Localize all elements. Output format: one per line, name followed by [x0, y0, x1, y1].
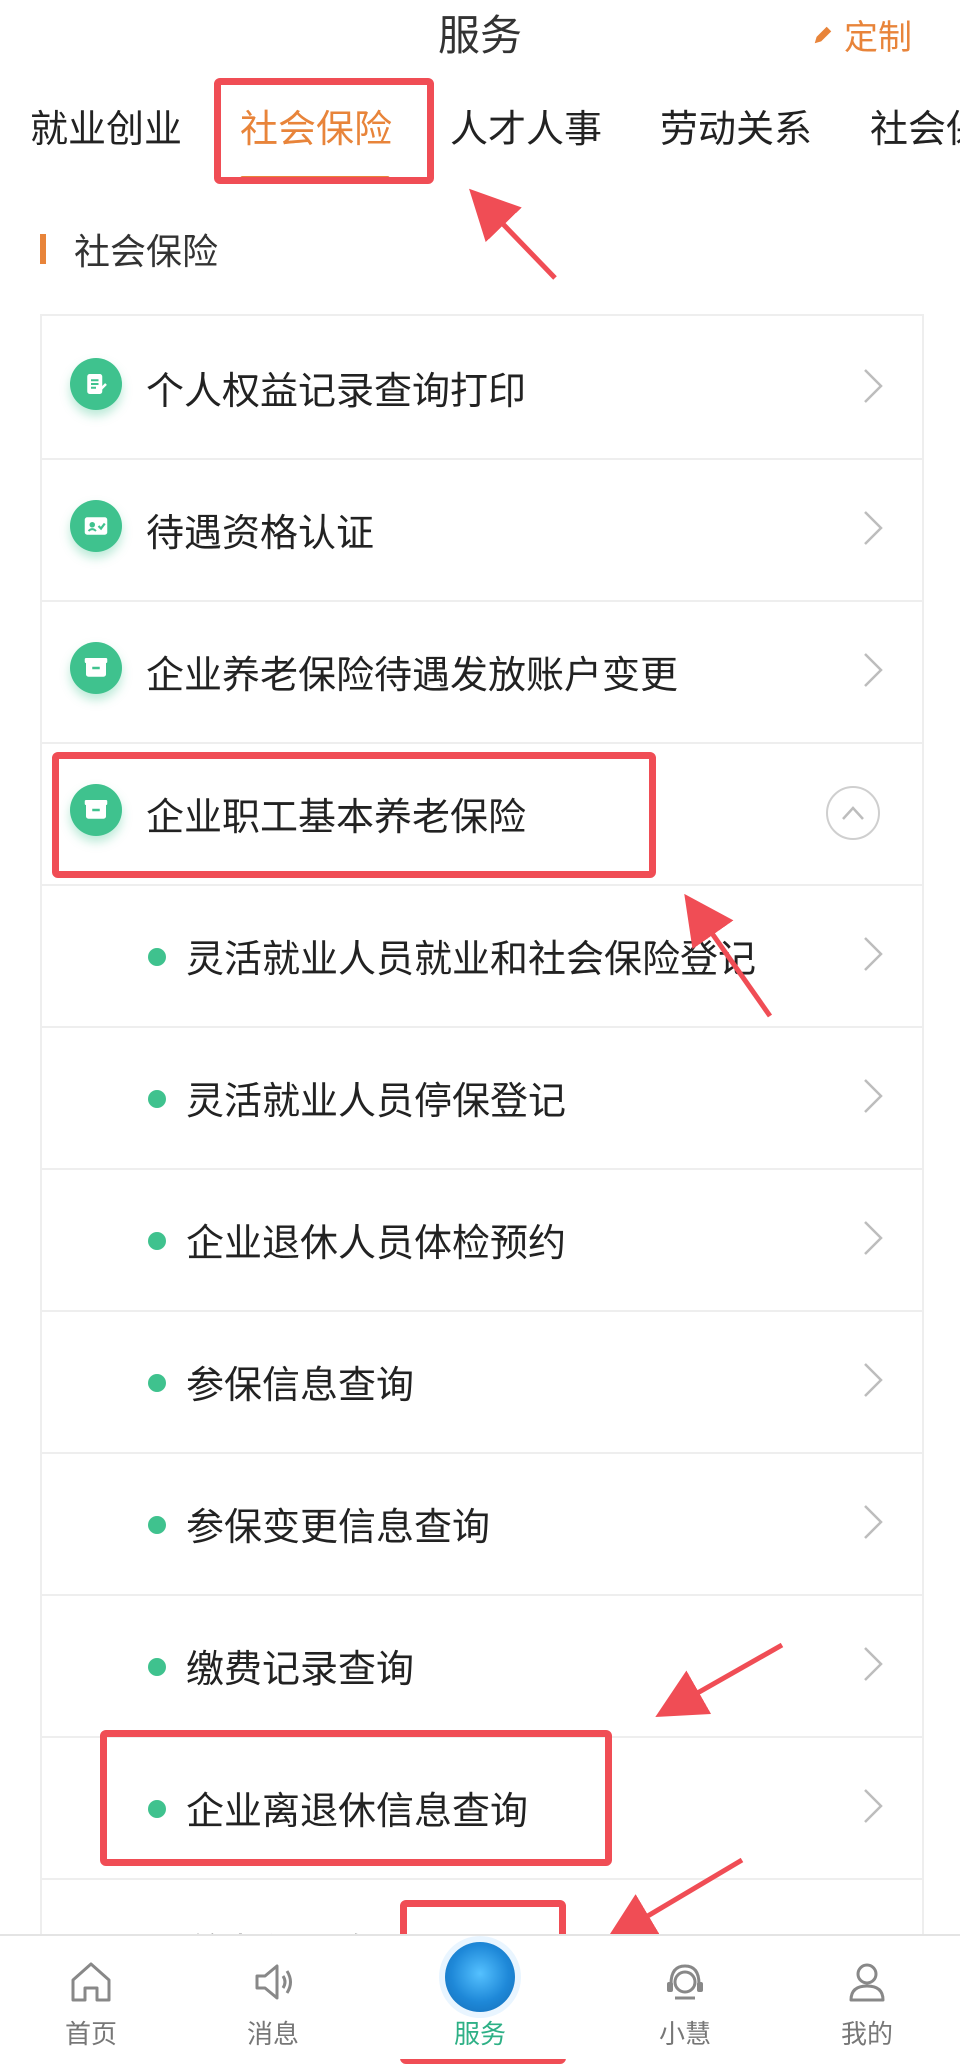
sub-item-label: 参保变更信息查询	[186, 1505, 491, 1549]
user-icon	[849, 1963, 885, 2002]
nav-home-label: 首页	[64, 2020, 117, 2050]
arrow-to-tab	[469, 188, 557, 280]
bullet-dot	[148, 1090, 166, 1108]
sub-list-item[interactable]: 企业离退休信息查询	[42, 1736, 922, 1880]
headset-icon	[667, 1964, 703, 2000]
id-card-check-icon	[70, 500, 122, 552]
active-tab-indicator	[240, 176, 390, 180]
bullet-dot	[148, 948, 166, 966]
box-icon	[70, 642, 122, 694]
tab-social-insurance[interactable]: 社会保险	[240, 98, 392, 153]
sub-list-item[interactable]: 参保变更信息查询	[42, 1452, 922, 1596]
bullet-dot	[148, 1658, 166, 1676]
chevron-right-icon	[864, 1505, 883, 1539]
customize-label: 定制	[844, 18, 912, 58]
chevron-up-icon	[842, 806, 864, 820]
tab-labor-relations[interactable]: 劳动关系	[660, 98, 812, 153]
sub-item-label: 参保信息查询	[186, 1363, 415, 1407]
sub-item-label: 企业离退休信息查询	[186, 1789, 529, 1833]
sub-item-label: 企业退休人员体检预约	[186, 1221, 567, 1265]
section-header: 社会保险	[40, 226, 219, 273]
pencil-icon	[814, 26, 832, 43]
box-icon	[70, 784, 122, 836]
chevron-right-icon	[864, 1789, 883, 1823]
list-item[interactable]: 企业养老保险待遇发放账户变更	[42, 600, 922, 744]
chevron-right-icon	[864, 1221, 883, 1255]
sub-list-item[interactable]: 灵活就业人员停保登记	[42, 1026, 922, 1170]
nav-messages[interactable]: 消息	[198, 1936, 348, 2059]
sub-item-label: 灵活就业人员就业和社会保险登记	[186, 937, 757, 981]
chevron-right-icon	[864, 1647, 883, 1681]
customize-button[interactable]: 定制	[812, 10, 912, 59]
nav-service-label: 服务	[453, 2020, 506, 2050]
list-item[interactable]: 待遇资格认证	[42, 458, 922, 602]
nav-profile[interactable]: 我的	[792, 1936, 942, 2059]
chevron-right-icon	[864, 511, 883, 545]
tab-social-more[interactable]: 社会保	[870, 98, 960, 153]
list-item-expanded[interactable]: 企业职工基本养老保险	[42, 742, 922, 886]
sub-list-item[interactable]: 灵活就业人员就业和社会保险登记	[42, 884, 922, 1028]
list-item-label: 企业职工基本养老保险	[146, 795, 527, 839]
category-tabs: 就业创业 社会保险 人才人事 劳动关系 社会保	[0, 90, 960, 180]
chevron-right-icon	[864, 369, 883, 403]
nav-profile-label: 我的	[840, 2020, 893, 2050]
chevron-right-icon	[864, 1079, 883, 1113]
bullet-dot	[148, 1374, 166, 1392]
chevron-right-icon	[864, 937, 883, 971]
section-title: 社会保险	[74, 232, 219, 273]
tab-talent-personnel[interactable]: 人才人事	[450, 98, 602, 153]
collapse-button[interactable]	[826, 786, 880, 840]
list-item-label: 待遇资格认证	[146, 511, 375, 555]
section-accent-bar	[40, 234, 46, 264]
bullet-dot	[148, 1800, 166, 1818]
sub-list-item[interactable]: 缴费记录查询	[42, 1594, 922, 1738]
bottom-navigation: 首页 消息 服务 小慧 我的	[0, 1934, 960, 2059]
nav-assistant[interactable]: 小慧	[610, 1936, 760, 2059]
nav-messages-label: 消息	[246, 2020, 299, 2050]
chevron-right-icon	[864, 653, 883, 687]
top-bar: 服务 定制	[0, 0, 960, 70]
nav-service[interactable]: 服务	[405, 1936, 555, 2059]
sub-list-item[interactable]: 参保信息查询	[42, 1310, 922, 1454]
speaker-icon	[255, 1964, 292, 2000]
sub-item-label: 缴费记录查询	[186, 1647, 415, 1691]
bullet-dot	[148, 1516, 166, 1534]
service-logo-icon	[445, 1942, 515, 2012]
sub-list-item[interactable]: 企业退休人员体检预约	[42, 1168, 922, 1312]
sub-item-label: 灵活就业人员停保登记	[186, 1079, 567, 1123]
nav-home[interactable]: 首页	[16, 1936, 166, 2059]
home-icon	[71, 1962, 111, 2002]
nav-assistant-label: 小慧	[658, 2020, 711, 2050]
service-list: 个人权益记录查询打印 待遇资格认证 企业养老保险待遇发放账户变更 企业职工基本养…	[40, 314, 924, 1958]
chevron-right-icon	[864, 1363, 883, 1397]
list-item-label: 企业养老保险待遇发放账户变更	[146, 653, 679, 697]
tab-employment[interactable]: 就业创业	[30, 98, 182, 153]
document-edit-icon	[70, 358, 122, 410]
list-item[interactable]: 个人权益记录查询打印	[42, 316, 922, 460]
bullet-dot	[148, 1232, 166, 1250]
list-item-label: 个人权益记录查询打印	[146, 369, 527, 413]
